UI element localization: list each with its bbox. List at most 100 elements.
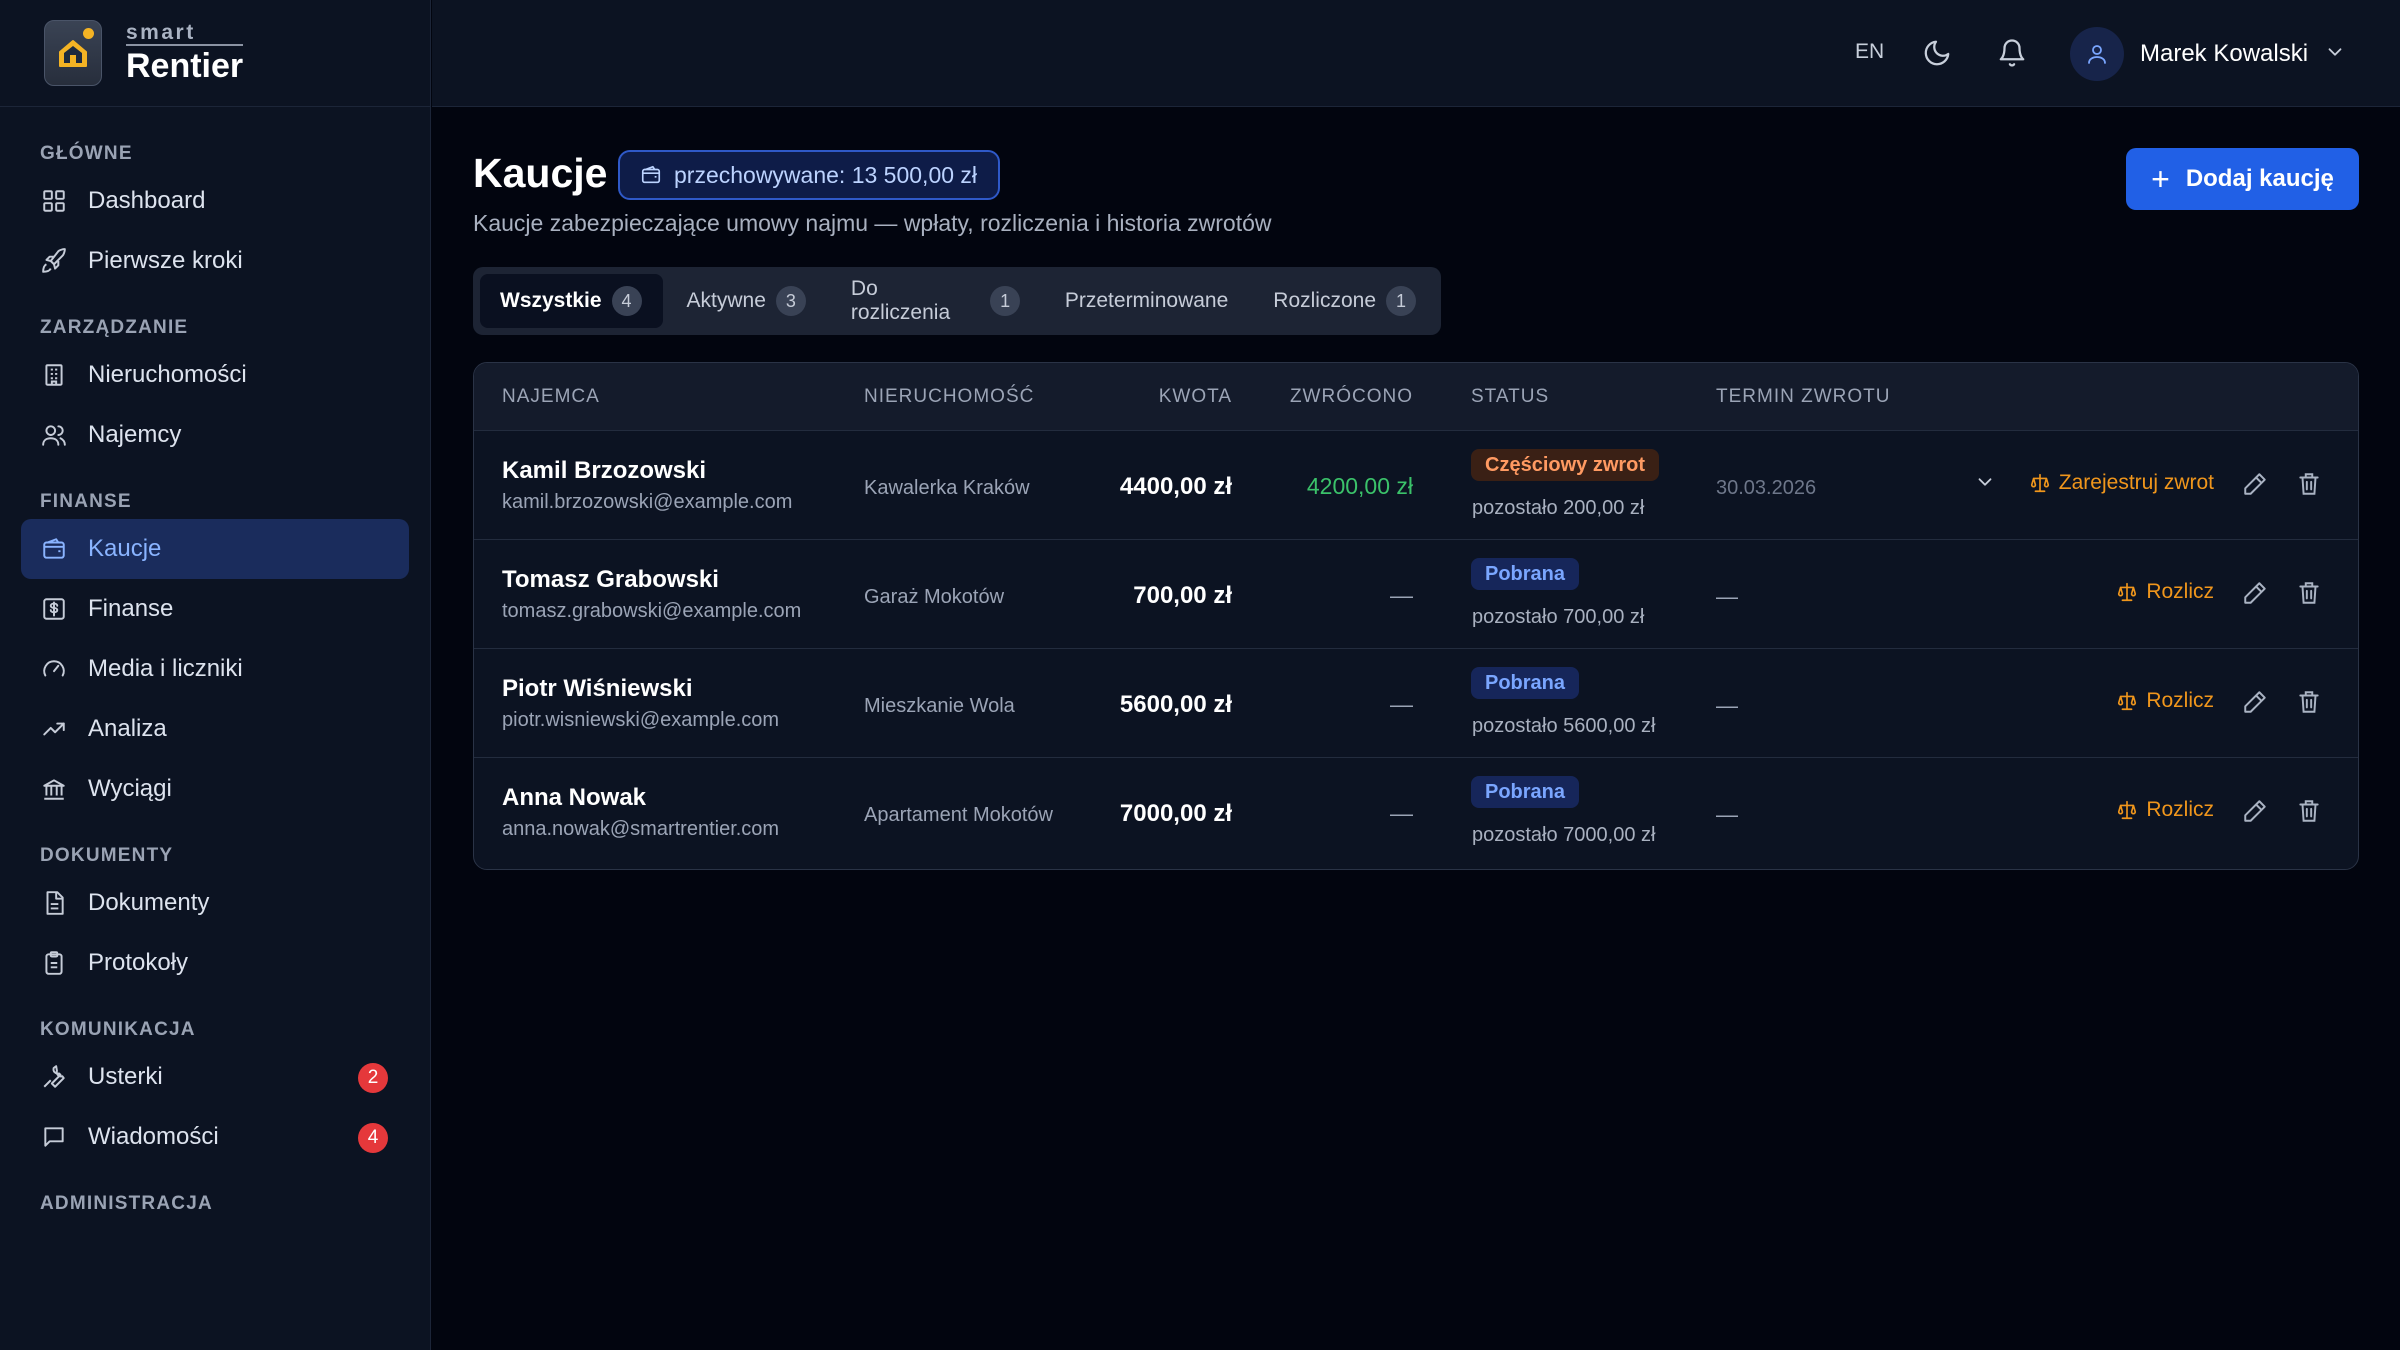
sidebar-item-dashboard[interactable]: Dashboard [21, 171, 409, 231]
remaining-amount: pozostało 200,00 zł [1472, 497, 1645, 519]
brand-small: smart [126, 21, 196, 44]
sidebar-item-usterki[interactable]: Usterki 2 [21, 1047, 409, 1107]
header-status: STATUS [1471, 386, 1550, 407]
header-returned: ZWRÓCONO [1289, 386, 1413, 407]
tab-label: Przeterminowane [1064, 289, 1229, 312]
status-badge: Pobrana [1471, 776, 1580, 808]
returned-amount: — [1390, 582, 1413, 608]
tab-count-badge: 1 [990, 286, 1020, 316]
settle-button[interactable]: Rozlicz [2116, 798, 2214, 822]
sidebar-item-media-i-liczniki[interactable]: Media i liczniki [21, 639, 409, 699]
unread-count-badge: 4 [358, 1123, 388, 1153]
sidebar-item-label: Wiadomości [88, 1123, 219, 1150]
status-badge: Częściowy zwrot [1471, 449, 1660, 481]
filter-tabs: Wszystkie 4 Aktywne 3 Do rozliczenia 1 Przeter… [473, 267, 1441, 335]
action-label: Rozlicz [2146, 580, 2214, 603]
deposit-amount: 5600,00 zł [1119, 691, 1232, 718]
stored-amount-label: przechowywane: 13 500,00 zł [674, 161, 978, 188]
register-return-button[interactable]: Zarejestruj zwrot [2029, 471, 2214, 495]
tab-przeterminowane[interactable]: Przeterminowane [1045, 274, 1249, 328]
deposit-amount: 7000,00 zł [1119, 800, 1232, 827]
sidebar-item-label: Analiza [88, 715, 167, 742]
scale-icon [2029, 472, 2051, 494]
property-name: Garaż Mokotów [864, 586, 1005, 608]
sidebar-item-pierwsze-kroki[interactable]: Pierwsze kroki [21, 231, 409, 291]
sidebar-item-protokoły[interactable]: Protokoły [21, 933, 409, 993]
unread-count-badge: 2 [358, 1063, 388, 1093]
sidebar-item-finanse[interactable]: Finanse [21, 579, 409, 639]
scale-icon [2116, 581, 2138, 603]
header-property: NIERUCHOMOŚĆ [864, 386, 1035, 407]
action-label: Rozlicz [2146, 798, 2214, 821]
tenant-name: Kamil Brzozowski [502, 457, 707, 484]
sidebar-item-label: Kaucje [88, 535, 162, 562]
sidebar-item-dokumenty[interactable]: Dokumenty [21, 873, 409, 933]
building-icon [40, 361, 68, 389]
pencil-icon[interactable] [2242, 580, 2268, 611]
sidebar-item-analiza[interactable]: Analiza [21, 699, 409, 759]
nav-section-title: FINANSE [40, 491, 132, 512]
returned-amount: — [1390, 691, 1413, 717]
moon-icon[interactable] [1920, 36, 1954, 70]
sidebar-item-label: Media i liczniki [88, 655, 243, 682]
tenant-email: anna.nowak@smartrentier.com [502, 818, 780, 840]
tab-count-badge: 4 [611, 286, 642, 316]
trash-icon[interactable] [2296, 471, 2322, 502]
sidebar-item-nieruchomości[interactable]: Nieruchomości [21, 345, 409, 405]
sidebar-item-wyciągi[interactable]: Wyciągi [21, 759, 409, 819]
tab-do-rozliczenia[interactable]: Do rozliczenia 1 [831, 274, 1041, 328]
bank-icon [40, 775, 68, 803]
logo-house-icon [44, 20, 102, 86]
action-label: Zarejestruj zwrot [2058, 471, 2214, 494]
tab-aktywne[interactable]: Aktywne 3 [667, 274, 827, 328]
avatar-user-icon [2070, 27, 2124, 81]
settle-button[interactable]: Rozlicz [2116, 580, 2214, 604]
return-due-date: — [1716, 693, 1738, 718]
wallet-icon [640, 164, 662, 186]
tab-label: Wszystkie [500, 289, 602, 312]
remaining-amount: pozostało 7000,00 zł [1472, 824, 1656, 846]
tab-count-badge: 1 [1386, 286, 1416, 316]
brand[interactable]: smart Rentier [0, 0, 430, 107]
table-row: Anna Nowak anna.nowak@smartrentier.com Apa… [474, 758, 2358, 867]
users-icon [40, 421, 68, 449]
header-tenant: NAJEMCA [502, 386, 600, 407]
chat-icon [40, 1123, 68, 1151]
grid-icon [40, 187, 68, 215]
settle-button[interactable]: Rozlicz [2116, 689, 2214, 713]
trash-icon[interactable] [2296, 580, 2322, 611]
sidebar-item-label: Najemcy [88, 421, 182, 448]
header-amount: KWOTA [1158, 386, 1232, 407]
user-menu[interactable]: Marek Kowalski [2070, 26, 2346, 82]
pencil-icon[interactable] [2242, 689, 2268, 720]
add-deposit-button[interactable]: + Dodaj kaucję [2126, 148, 2359, 210]
deposit-amount: 700,00 zł [1133, 582, 1232, 609]
sidebar-item-najemcy[interactable]: Najemcy [21, 405, 409, 465]
returned-amount: 4200,00 zł [1306, 473, 1413, 499]
sidebar-item-kaucje[interactable]: Kaucje [21, 519, 409, 579]
dollar-icon [40, 595, 68, 623]
status-badge: Pobrana [1471, 667, 1580, 699]
tab-wszystkie[interactable]: Wszystkie 4 [480, 274, 663, 328]
bell-icon[interactable] [1995, 36, 2029, 70]
property-name: Apartament Mokotów [864, 804, 1053, 826]
nav-section-title: ZARZĄDZANIE [40, 317, 189, 338]
trash-icon[interactable] [2296, 689, 2322, 720]
pencil-icon[interactable] [2242, 471, 2268, 502]
user-name: Marek Kowalski [2140, 40, 2309, 67]
gauge-icon [40, 655, 68, 683]
header-due: TERMIN ZWROTU [1716, 386, 1891, 407]
returned-amount: — [1390, 800, 1413, 826]
trash-icon[interactable] [2296, 798, 2322, 829]
language-switch[interactable]: EN [1855, 40, 1884, 64]
tenant-name: Tomasz Grabowski [502, 566, 719, 593]
property-name: Kawalerka Kraków [864, 477, 1030, 499]
tab-rozliczone[interactable]: Rozliczone 1 [1253, 274, 1437, 328]
chevron-down-icon[interactable] [1974, 471, 1996, 498]
pencil-icon[interactable] [2242, 798, 2268, 829]
tab-label: Do rozliczenia [850, 277, 951, 324]
return-due-date: — [1716, 802, 1738, 827]
return-due-date: — [1716, 584, 1738, 609]
sidebar-item-wiadomości[interactable]: Wiadomości 4 [21, 1107, 409, 1167]
nav-section-title: GŁÓWNE [40, 143, 133, 164]
